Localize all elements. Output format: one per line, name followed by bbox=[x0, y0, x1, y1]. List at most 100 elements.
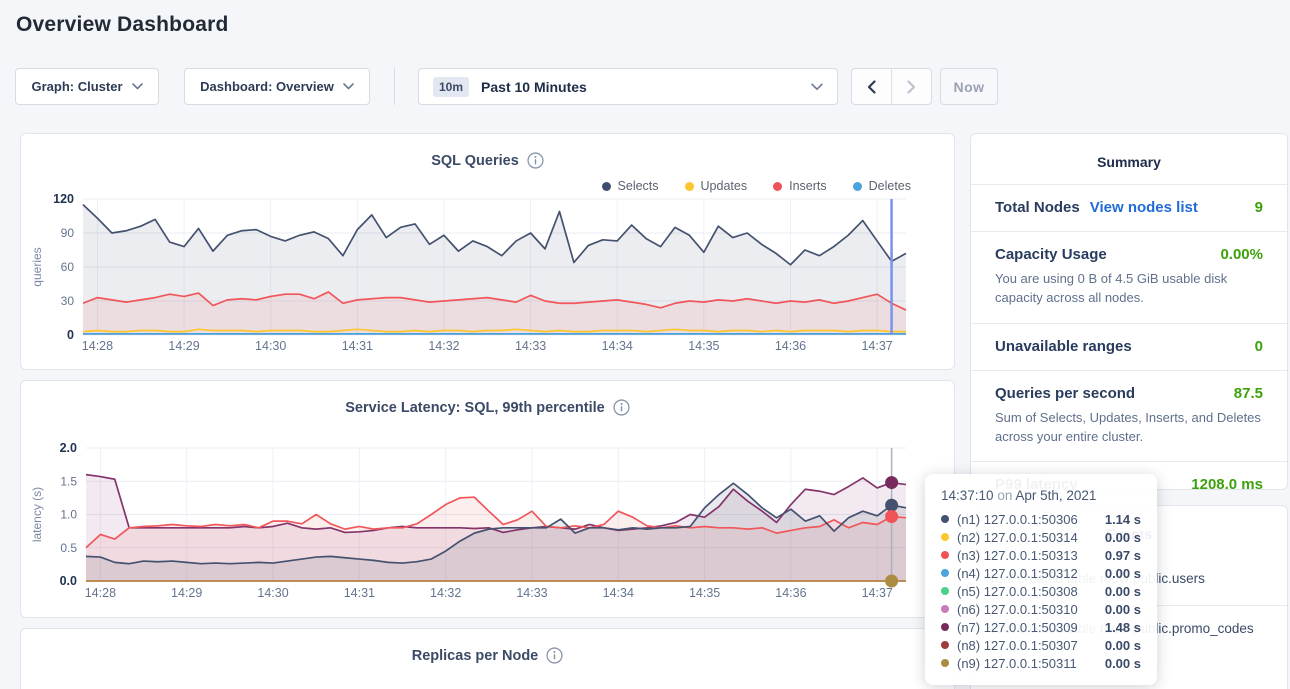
capacity-usage-label: Capacity Usage bbox=[995, 246, 1107, 263]
tooltip-timestamp: 14:37:10 on Apr 5th, 2021 bbox=[941, 488, 1141, 503]
tooltip-node-label: (n7) 127.0.0.1:50309 bbox=[957, 620, 1078, 635]
summary-title: Summary bbox=[971, 134, 1287, 184]
overview-dashboard-page: { "page": { "title": "Overview Dashboard… bbox=[0, 0, 1290, 689]
svg-text:0.0: 0.0 bbox=[60, 574, 77, 588]
tooltip-node-row: (n5) 127.0.0.1:50308 0.00 s bbox=[941, 582, 1141, 600]
tooltip-rows: (n1) 127.0.0.1:503061.14 s(n2) 127.0.0.1… bbox=[941, 510, 1141, 672]
node-color-dot-icon bbox=[941, 605, 949, 613]
now-button[interactable]: Now bbox=[940, 68, 998, 105]
svg-text:14:28: 14:28 bbox=[82, 339, 113, 353]
svg-text:1.5: 1.5 bbox=[60, 474, 77, 488]
legend-item-selects[interactable]: Selects bbox=[602, 179, 659, 193]
svg-text:14:35: 14:35 bbox=[688, 339, 719, 353]
summary-capacity-row: Capacity Usage 0.00% You are using 0 B o… bbox=[971, 231, 1287, 323]
svg-text:14:33: 14:33 bbox=[515, 339, 546, 353]
total-nodes-value: 9 bbox=[1255, 199, 1263, 216]
legend-item-inserts[interactable]: Inserts bbox=[773, 179, 827, 193]
legend-dot-icon bbox=[602, 182, 611, 191]
svg-text:14:37: 14:37 bbox=[861, 339, 892, 353]
unavailable-ranges-value: 0 bbox=[1255, 338, 1263, 355]
tooltip-node-value: 0.00 s bbox=[1105, 584, 1141, 599]
view-nodes-list-link[interactable]: View nodes list bbox=[1090, 199, 1198, 216]
node-color-dot-icon bbox=[941, 623, 949, 631]
toolbar-divider bbox=[394, 67, 395, 105]
svg-text:latency (s): latency (s) bbox=[30, 487, 44, 542]
p99-latency-value: 1208.0 ms bbox=[1191, 476, 1263, 493]
time-range-select[interactable]: 10m Past 10 Minutes bbox=[418, 68, 838, 105]
tooltip-node-value: 0.00 s bbox=[1105, 530, 1141, 545]
legend-item-deletes[interactable]: Deletes bbox=[853, 179, 911, 193]
time-range-badge: 10m bbox=[433, 77, 469, 97]
svg-text:30: 30 bbox=[61, 294, 75, 308]
qps-value: 87.5 bbox=[1234, 385, 1263, 402]
svg-text:1.0: 1.0 bbox=[60, 508, 77, 522]
svg-text:60: 60 bbox=[61, 260, 75, 274]
dashboard-dropdown[interactable]: Dashboard: Overview bbox=[184, 68, 370, 105]
tooltip-node-value: 0.00 s bbox=[1105, 566, 1141, 581]
info-icon[interactable] bbox=[613, 399, 630, 416]
chart-title: SQL Queries bbox=[431, 153, 519, 169]
svg-text:0: 0 bbox=[67, 328, 74, 342]
tooltip-node-row: (n8) 127.0.0.1:503070.00 s bbox=[941, 636, 1141, 654]
svg-text:14:37: 14:37 bbox=[862, 586, 893, 600]
legend-label: Updates bbox=[701, 179, 748, 193]
capacity-usage-description: You are using 0 B of 4.5 GiB usable disk… bbox=[995, 270, 1263, 308]
tooltip-node-label: (n4) 127.0.0.1:50312 bbox=[957, 566, 1078, 581]
svg-text:120: 120 bbox=[53, 192, 74, 206]
svg-text:14:34: 14:34 bbox=[603, 586, 634, 600]
tooltip-node-row: (n6) 127.0.0.1:503100.00 s bbox=[941, 600, 1141, 618]
tooltip-node-label: (n2) 127.0.0.1:50314 bbox=[957, 530, 1078, 545]
legend-dot-icon bbox=[773, 182, 782, 191]
qps-description: Sum of Selects, Updates, Inserts, and De… bbox=[995, 409, 1263, 447]
svg-text:14:28: 14:28 bbox=[85, 586, 116, 600]
svg-text:queries: queries bbox=[30, 247, 44, 286]
svg-text:14:31: 14:31 bbox=[342, 339, 373, 353]
node-color-dot-icon bbox=[941, 641, 949, 649]
legend-label: Selects bbox=[618, 179, 659, 193]
chart-title-row: Service Latency: SQL, 99th percentile bbox=[21, 399, 954, 416]
node-color-dot-icon bbox=[941, 587, 949, 595]
sql-queries-chart[interactable]: 030609012014:2814:2914:3014:3114:3214:33… bbox=[21, 134, 954, 369]
chevron-left-icon bbox=[867, 80, 876, 94]
node-color-dot-icon bbox=[941, 551, 949, 559]
summary-panel: Summary Total Nodes View nodes list 9 Ca… bbox=[970, 133, 1288, 490]
capacity-usage-value: 0.00% bbox=[1220, 246, 1263, 263]
node-color-dot-icon bbox=[941, 515, 949, 523]
service-latency-chart[interactable]: 0.00.51.01.52.014:2814:2914:3014:3114:32… bbox=[21, 381, 954, 617]
service-latency-chart-panel: 0.00.51.01.52.014:2814:2914:3014:3114:32… bbox=[20, 380, 955, 618]
tooltip-node-label: (n9) 127.0.0.1:50311 bbox=[957, 656, 1077, 671]
time-back-button[interactable] bbox=[852, 69, 891, 104]
tooltip-node-label: (n6) 127.0.0.1:50310 bbox=[957, 602, 1078, 617]
dashboard-dropdown-label: Dashboard: Overview bbox=[200, 79, 334, 94]
tooltip-node-value: 0.00 s bbox=[1105, 638, 1141, 653]
chart-title-row: SQL Queries bbox=[21, 152, 954, 169]
total-nodes-label: Total Nodes bbox=[995, 199, 1080, 216]
info-icon[interactable] bbox=[527, 152, 544, 169]
graph-dropdown[interactable]: Graph: Cluster bbox=[15, 68, 159, 105]
svg-text:2.0: 2.0 bbox=[60, 441, 77, 455]
tooltip-date: Apr 5th, 2021 bbox=[1015, 488, 1096, 503]
chevron-down-icon bbox=[132, 83, 143, 90]
summary-qps-row: Queries per second 87.5 Sum of Selects, … bbox=[971, 370, 1287, 462]
svg-text:14:36: 14:36 bbox=[775, 339, 806, 353]
svg-text:14:30: 14:30 bbox=[257, 586, 288, 600]
info-icon[interactable] bbox=[546, 647, 563, 664]
tooltip-time: 14:37:10 bbox=[941, 488, 994, 503]
tooltip-node-value: 0.97 s bbox=[1105, 548, 1141, 563]
tooltip-node-value: 0.00 s bbox=[1105, 656, 1141, 671]
chart-title: Service Latency: SQL, 99th percentile bbox=[345, 400, 605, 416]
qps-label: Queries per second bbox=[995, 385, 1135, 402]
summary-unavailable-ranges-row: Unavailable ranges 0 bbox=[971, 323, 1287, 370]
legend-item-updates[interactable]: Updates bbox=[685, 179, 748, 193]
svg-text:14:30: 14:30 bbox=[255, 339, 286, 353]
svg-text:90: 90 bbox=[61, 226, 75, 240]
graph-dropdown-label: Graph: Cluster bbox=[31, 79, 122, 94]
tooltip-node-label: (n5) 127.0.0.1:50308 bbox=[957, 584, 1078, 599]
chevron-right-icon bbox=[907, 80, 916, 94]
tooltip-node-label: (n1) 127.0.0.1:50306 bbox=[957, 512, 1078, 527]
time-forward-button[interactable] bbox=[891, 69, 931, 104]
svg-text:14:34: 14:34 bbox=[602, 339, 633, 353]
node-color-dot-icon bbox=[941, 533, 949, 541]
svg-text:14:32: 14:32 bbox=[430, 586, 461, 600]
svg-text:0.5: 0.5 bbox=[60, 541, 77, 555]
